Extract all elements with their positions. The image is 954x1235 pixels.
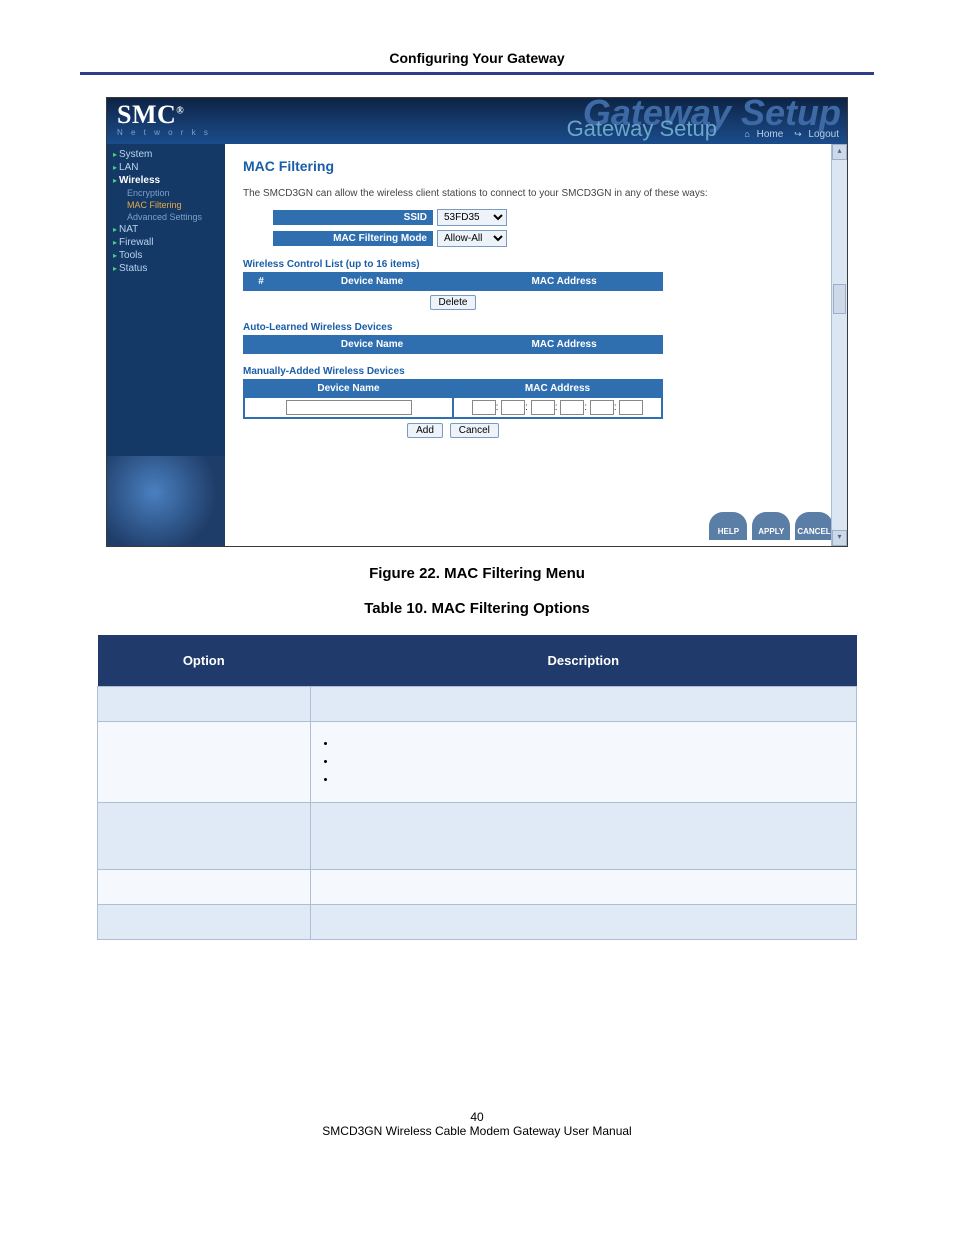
- scrollbar[interactable]: ▴ ▾: [831, 144, 847, 546]
- manual-col-mac: MAC Address: [454, 381, 661, 396]
- ssid-label: SSID: [273, 210, 433, 225]
- sidebar: ▸System ▸LAN ▸Wireless Encryption MAC Fi…: [107, 144, 225, 546]
- opt-head-option: Option: [98, 635, 311, 687]
- opt-row-auto: Auto-Learned Wireless Devices: [98, 870, 857, 905]
- opt-head-desc: Description: [310, 635, 856, 687]
- manual-table: Device Name MAC Address : : : : :: [243, 379, 663, 419]
- opt-row-ssid: SSID: [98, 687, 857, 722]
- mac-seg-1[interactable]: [472, 400, 496, 415]
- mac-seg-2[interactable]: [501, 400, 525, 415]
- mac-mode-select[interactable]: Allow-All: [437, 230, 507, 247]
- opt-row-manual: Manually-Added Wireless Devices: [98, 905, 857, 940]
- wcl-table: # Device Name MAC Address: [243, 272, 663, 291]
- auto-table: Device Name MAC Address: [243, 335, 663, 354]
- banner-title: Gateway Setup: [567, 116, 717, 142]
- logo-reg: ®: [176, 105, 184, 116]
- content-intro: The SMCD3GN can allow the wireless clien…: [243, 188, 833, 199]
- mac-seg-5[interactable]: [590, 400, 614, 415]
- sidebar-item-status[interactable]: ▸Status: [113, 262, 225, 275]
- ssid-select[interactable]: 53FD35: [437, 209, 507, 226]
- apply-button[interactable]: APPLY: [752, 512, 790, 540]
- opt-row-wcl: Wireless Control List (up to 16 items): [98, 803, 857, 870]
- logout-link[interactable]: ↪ Logout: [790, 129, 839, 140]
- header-rule: [80, 72, 874, 75]
- scroll-down-icon[interactable]: ▾: [832, 530, 847, 546]
- content-pane: MAC Filtering The SMCD3GN can allow the …: [225, 144, 847, 546]
- add-button[interactable]: Add: [407, 423, 443, 438]
- banner-links: ⌂ Home ↪ Logout: [736, 129, 839, 140]
- big-buttons: HELP APPLY CANCEL: [707, 512, 833, 540]
- auto-col-device: Device Name: [279, 337, 465, 352]
- sidebar-item-tools[interactable]: ▸Tools: [113, 249, 225, 262]
- delete-button[interactable]: Delete: [430, 295, 477, 310]
- wcl-col-num: #: [245, 274, 277, 289]
- sidebar-item-nat[interactable]: ▸NAT: [113, 223, 225, 236]
- auto-col-mac: MAC Address: [467, 337, 661, 352]
- opt-bullet-1: [337, 738, 844, 750]
- mac-address-inputs: : : : : :: [454, 398, 661, 417]
- sidebar-item-firewall[interactable]: ▸Firewall: [113, 236, 225, 249]
- router-screenshot: SMC® N e t w o r k s Gateway Setup Gatew…: [106, 97, 848, 547]
- page-footer: 40 SMCD3GN Wireless Cable Modem Gateway …: [80, 1110, 874, 1138]
- cancel-button-small[interactable]: Cancel: [450, 423, 499, 438]
- page-header: Configuring Your Gateway: [80, 50, 874, 66]
- logo-text: SMC: [117, 100, 176, 129]
- opt-bullet-2: [337, 756, 844, 768]
- content-heading: MAC Filtering: [243, 158, 833, 174]
- sidebar-item-lan[interactable]: ▸LAN: [113, 161, 225, 174]
- figure-caption: Figure 22. MAC Filtering Menu: [80, 565, 874, 582]
- footer-page-number: 40: [80, 1110, 874, 1124]
- mac-mode-label: MAC Filtering Mode: [273, 231, 433, 246]
- wcl-col-mac: MAC Address: [467, 274, 661, 289]
- wcl-title: Wireless Control List (up to 16 items): [243, 259, 833, 270]
- options-table: Option Description SSID MAC Filtering Mo…: [97, 635, 857, 940]
- home-link[interactable]: ⌂ Home: [740, 129, 783, 140]
- sidebar-item-encryption[interactable]: Encryption: [113, 187, 225, 199]
- sidebar-image: [107, 456, 225, 546]
- wcl-col-device: Device Name: [279, 274, 465, 289]
- home-icon: ⌂: [744, 129, 749, 139]
- banner: SMC® N e t w o r k s Gateway Setup Gatew…: [107, 98, 847, 144]
- sidebar-item-mac-filtering[interactable]: MAC Filtering: [113, 199, 225, 211]
- footer-line: SMCD3GN Wireless Cable Modem Gateway Use…: [80, 1124, 874, 1138]
- logo-subtext: N e t w o r k s: [117, 128, 211, 137]
- table-caption: Table 10. MAC Filtering Options: [80, 600, 874, 617]
- opt-bullet-3: [337, 774, 844, 786]
- auto-title: Auto-Learned Wireless Devices: [243, 322, 833, 333]
- scroll-up-icon[interactable]: ▴: [832, 144, 847, 160]
- help-button[interactable]: HELP: [709, 512, 747, 540]
- manual-title: Manually-Added Wireless Devices: [243, 366, 833, 377]
- device-name-input[interactable]: [286, 400, 412, 415]
- mac-seg-4[interactable]: [560, 400, 584, 415]
- logout-icon: ↪: [794, 129, 802, 139]
- logo: SMC®: [117, 100, 184, 130]
- mac-seg-3[interactable]: [531, 400, 555, 415]
- manual-col-device: Device Name: [245, 381, 452, 396]
- opt-row-mode: MAC Filtering Mode: [98, 722, 857, 803]
- cancel-button[interactable]: CANCEL: [795, 512, 833, 540]
- auto-col-blank: [245, 337, 277, 352]
- mac-seg-6[interactable]: [619, 400, 643, 415]
- sidebar-item-advanced-settings[interactable]: Advanced Settings: [113, 211, 225, 223]
- scroll-thumb[interactable]: [833, 284, 846, 314]
- sidebar-item-wireless[interactable]: ▸Wireless: [113, 174, 225, 187]
- sidebar-item-system[interactable]: ▸System: [113, 148, 225, 161]
